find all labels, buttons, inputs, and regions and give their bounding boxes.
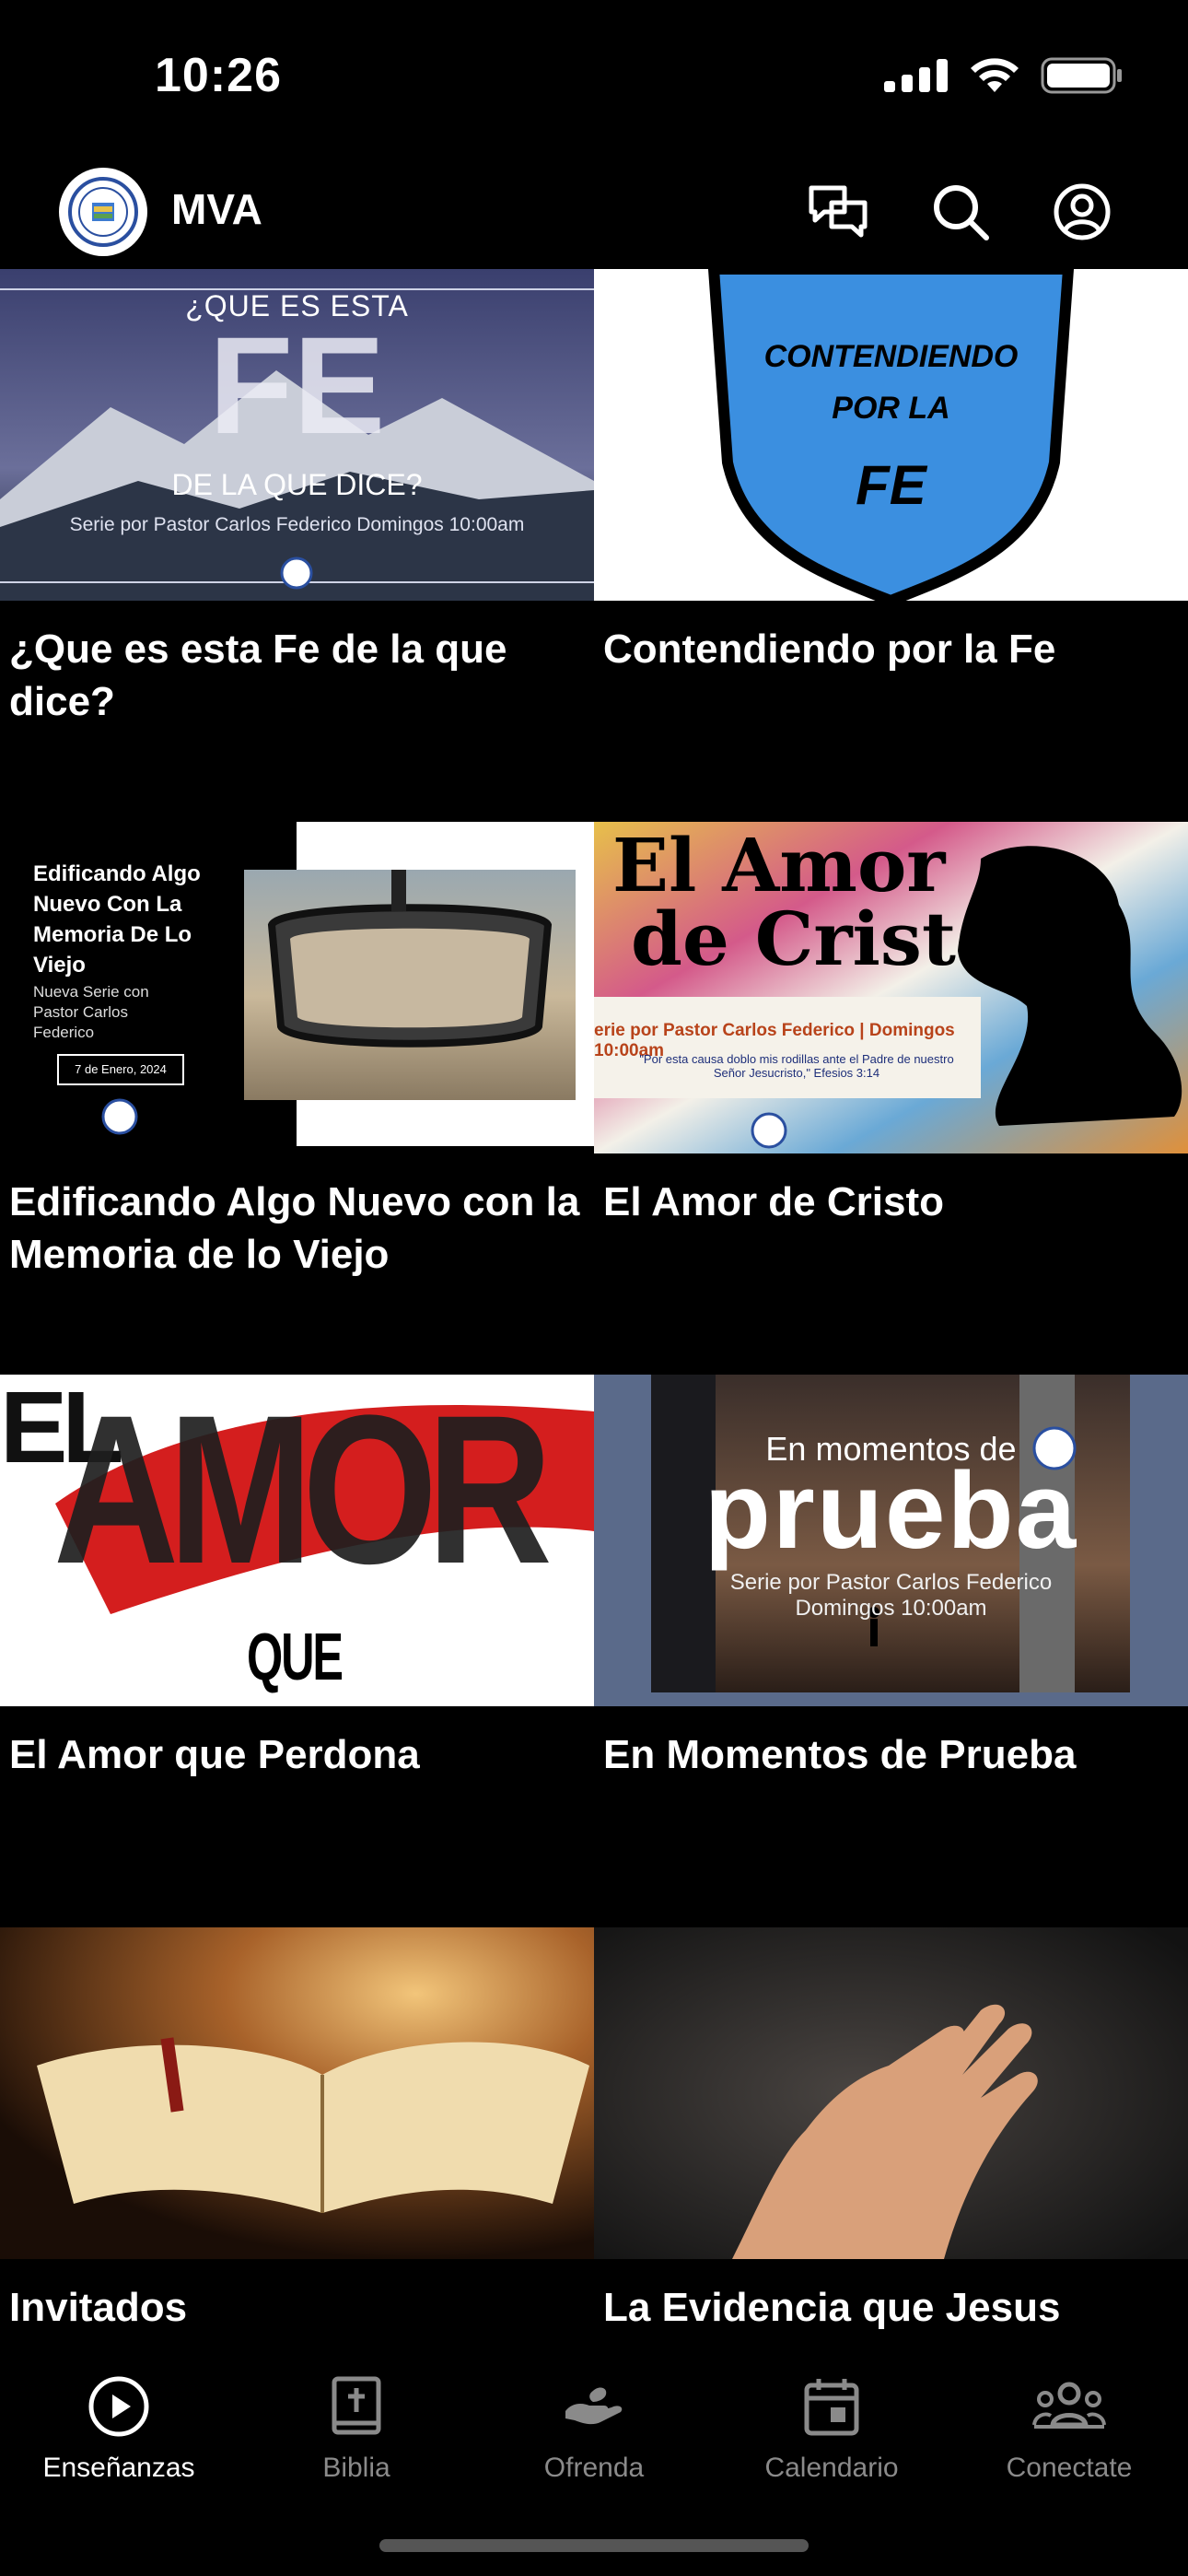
series-title[interactable]: ¿Que es esta Fe de la que dice? [9,623,580,728]
tab-ensenanzas[interactable]: Enseñanzas [0,2370,238,2484]
thumb-byline1: Serie por Pastor Carlos Federico [729,1570,1053,1595]
tab-biblia[interactable]: Biblia [238,2370,475,2484]
series-card[interactable]: ¿QUE ES ESTA FE DE LA QUE DICE? Serie po… [0,269,594,822]
search-button[interactable] [926,177,996,247]
signal-icon [884,59,948,92]
series-card[interactable]: Invitados [0,1927,594,2342]
thumb-line1: CONTENDIENDO [763,339,1019,374]
thumb-byline: Serie por Pastor Carlos Federico Domingo… [69,514,525,535]
series-title[interactable]: El Amor que Perdona [9,1728,580,1781]
battery-icon [1041,57,1122,94]
thumb-date: 7 de Enero, 2024 [57,1054,184,1085]
thumb-text-sub: DE LA QUE DICE? [171,468,423,501]
thumb-byline2: Domingos 10:00am [795,1596,987,1621]
series-thumbnail[interactable]: CONTENDIENDO POR LA FE [594,269,1188,601]
thumb-amor: AMOR [53,1375,553,1608]
chat-icon [809,185,868,238]
series-title[interactable]: El Amor de Cristo [603,1176,1174,1228]
tab-label: Conectate [1006,2453,1133,2483]
play-circle-icon [88,2376,149,2437]
tab-calendario[interactable]: Calendario [713,2370,950,2484]
tab-label: Biblia [322,2453,390,2483]
series-title[interactable]: Invitados [9,2281,580,2334]
series-thumbnail[interactable]: Edificando Algo Nuevo Con La Memoria De … [0,822,594,1153]
series-title[interactable]: En Momentos de Prueba [603,1728,1174,1781]
offering-hand-icon [565,2387,623,2425]
series-thumbnail[interactable]: El Amor de Cristo erie por Pastor Carlos… [594,822,1188,1153]
series-card[interactable]: EL AMOR QUE PERDONA El Amor que Perdona [0,1375,594,1927]
wifi-icon [971,58,1019,92]
home-indicator[interactable] [379,2539,809,2552]
thumb-heading: Edificando Algo Nuevo Con La Memoria De … [33,861,201,978]
series-title[interactable]: La Evidencia que Jesus [603,2281,1174,2334]
series-title[interactable]: Contendiendo por la Fe [603,623,1174,675]
series-thumbnail[interactable]: ¿QUE ES ESTA FE DE LA QUE DICE? Serie po… [0,269,594,601]
thumb-perdona: QUE PERDONA [247,1621,467,1706]
series-title[interactable]: Edificando Algo Nuevo con la Memoria de … [9,1176,580,1281]
series-card[interactable]: Edificando Algo Nuevo Con La Memoria De … [0,822,594,1375]
people-icon [1032,2382,1106,2429]
series-thumbnail[interactable]: En momentos de prueba Serie por Pastor C… [594,1375,1188,1706]
series-thumbnail[interactable] [0,1927,594,2259]
status-bar: 10:26 [0,0,1188,147]
thumb-line3: FE [856,454,926,516]
tab-label: Ofrenda [543,2453,645,2483]
series-card[interactable]: El Amor de Cristo erie por Pastor Carlos… [594,822,1188,1375]
church-logo[interactable] [59,168,147,256]
series-grid: ¿QUE ES ESTA FE DE LA QUE DICE? Serie po… [0,269,1188,2342]
series-thumbnail[interactable]: EL AMOR QUE PERDONA [0,1375,594,1706]
series-card[interactable]: La Evidencia que Jesus [594,1927,1188,2342]
tab-label: Enseñanzas [42,2453,195,2483]
thumb-sub: Nueva Serie con Pastor Carlos Federico [33,983,149,1041]
series-card[interactable]: CONTENDIENDO POR LA FE Contendiendo por … [594,269,1188,822]
thumb-line2: de Cristo [631,896,1006,982]
tab-label: Calendario [764,2453,899,2483]
calendar-icon [804,2379,859,2436]
thumb-text-big: FE [208,308,386,463]
profile-icon [1054,183,1111,240]
series-card[interactable]: En momentos de prueba Serie por Pastor C… [594,1375,1188,1927]
tab-conectate[interactable]: Conectate [950,2370,1188,2484]
thumb-big: prueba [704,1450,1078,1572]
status-icons [884,57,1124,94]
thumb-line2: POR LA [832,391,950,426]
app-name: MVA [171,185,262,233]
chat-button[interactable] [803,177,873,247]
search-icon [934,185,989,240]
series-thumbnail[interactable] [594,1927,1188,2259]
status-time: 10:26 [155,49,282,102]
app-header: MVA [0,157,1188,267]
tab-ofrenda[interactable]: Ofrenda [475,2370,713,2484]
profile-button[interactable] [1047,177,1117,247]
thumb-verse: "Por esta causa doblo mis rodillas ante … [639,1052,954,1080]
bible-icon [332,2376,381,2435]
